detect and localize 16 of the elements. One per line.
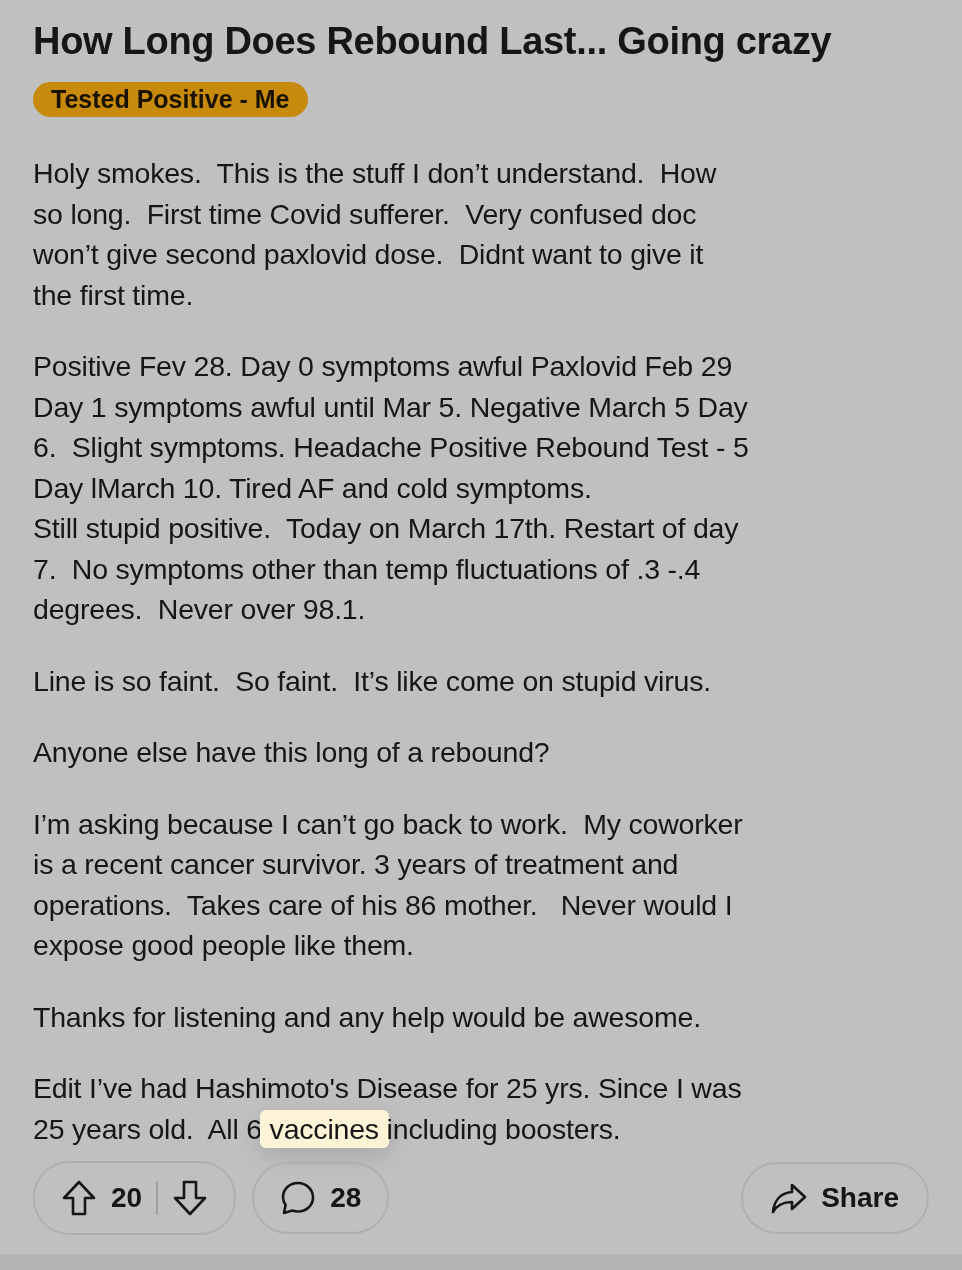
post-paragraph: Anyone else have this long of a rebound? [33, 735, 551, 770]
post-title: How Long Does Rebound Last... Going crazy [33, 19, 833, 64]
post-paragraph: Line is so faint. So faint. It’s like come on stupid virus. [33, 663, 712, 699]
downvote-icon[interactable] [172, 1179, 209, 1217]
comments-button[interactable]: 28 [252, 1162, 390, 1234]
post-paragraph: Positive Fev 28. Day 0 symptoms awful Paxlovid Feb 29 Day 1 symptoms awful until Mar 5. Negative March 5 Day 6. Slight symptoms. Headache Positive Rebound Test - 5 Day lMarch 10. Tired AF and cold symptoms. Still stupid positive. Today on March 17th. Restart of day 7. No symptoms other than temp fluctuations of .3 -.4 degrees. Never over 98.1. [33, 349, 750, 627]
share-button[interactable]: Share [741, 1162, 929, 1234]
speech-bubble-icon [280, 1180, 317, 1216]
flair-tag: Tested Positive - Me [33, 82, 308, 117]
post-paragraph: Thanks for listening and any help would be awesome. [33, 999, 702, 1035]
vote-count: 20 [111, 1182, 143, 1214]
post-paragraph: Edit I’ve had Hashimoto's Disease for 25 yrs. Since I was 25 years old. All 6 vaccines including boosters. [33, 1068, 929, 1149]
post-paragraph: I’m asking because I can’t go back to work. My coworker is a recent cancer survivor. 3 years of treatment and operations. Takes care of his 86 mother. Never would I expose good people like them. [33, 806, 744, 963]
post-paragraph: Holy smokes. This is the stuff I don’t understand. How so long. First time Covid sufferer. Very confused doc won’t give second paxlovid dose. Didnt want to give it the first time. [33, 156, 718, 313]
upvote-icon[interactable] [61, 1179, 97, 1217]
share-arrow-icon [771, 1182, 808, 1214]
